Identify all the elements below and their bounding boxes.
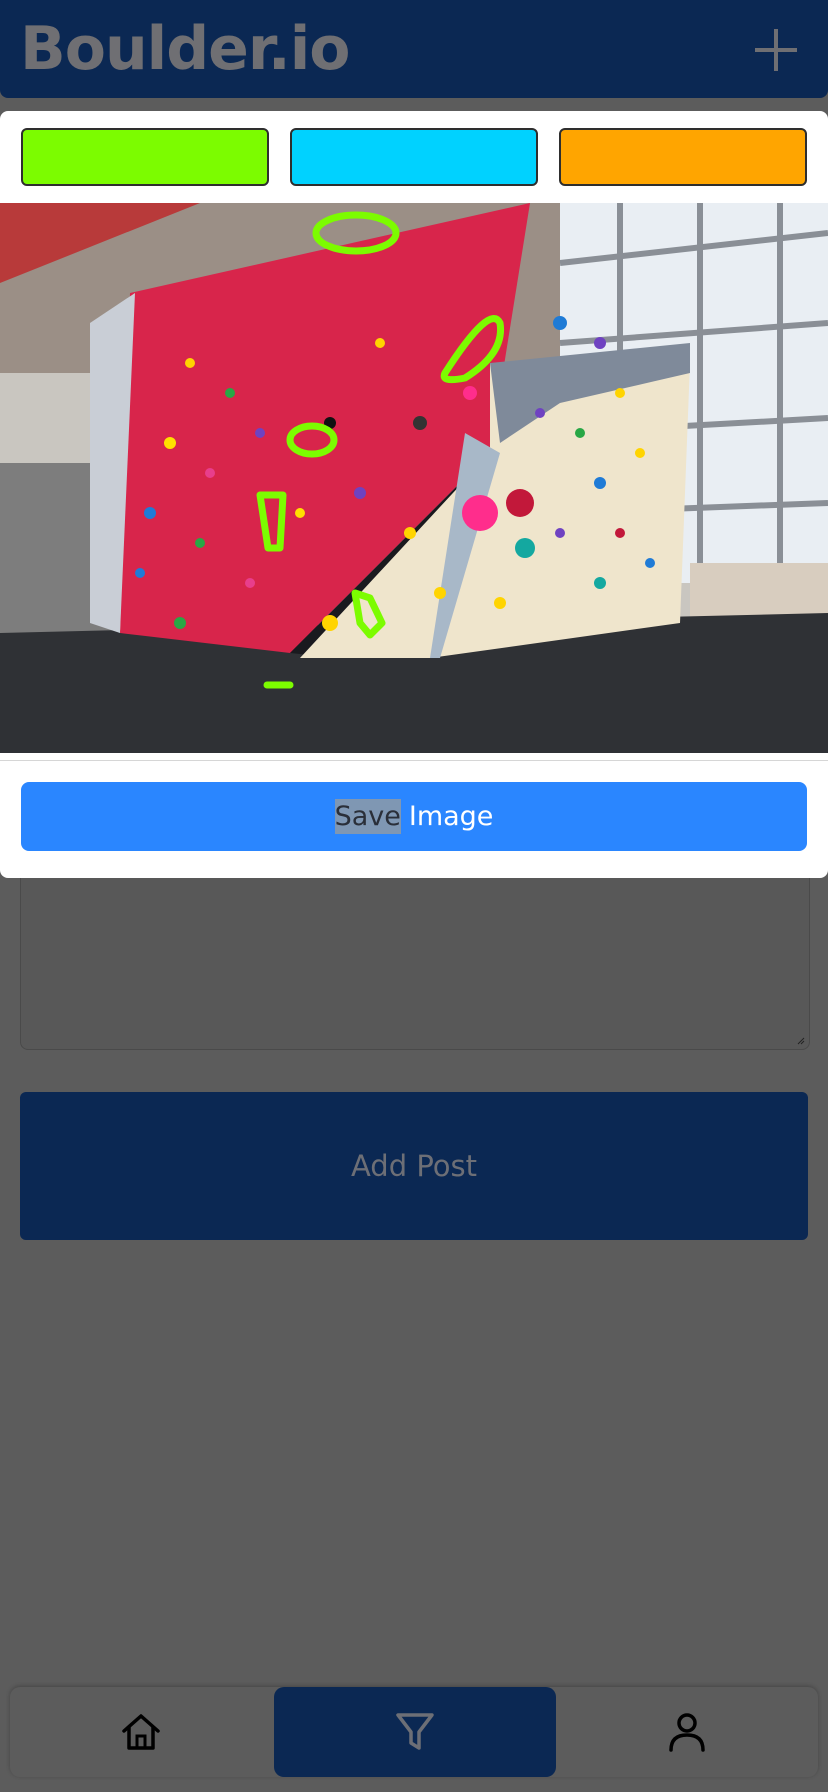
add-post-button[interactable]: Add Post (20, 1092, 808, 1240)
save-image-button[interactable]: Save Image (21, 782, 807, 851)
description-textarea[interactable] (20, 860, 810, 1050)
image-editor-modal: Save Image (0, 111, 828, 878)
user-icon (669, 1713, 705, 1752)
app-header: Boulder.io (0, 0, 828, 98)
nav-item-filter[interactable] (274, 1687, 556, 1777)
resize-handle-icon[interactable] (797, 1037, 805, 1045)
app-title: Boulder.io (20, 14, 350, 84)
color-picker (0, 128, 828, 188)
bottom-nav (10, 1687, 818, 1777)
color-swatch-green[interactable] (21, 128, 269, 186)
color-swatch-orange[interactable] (559, 128, 807, 186)
modal-divider (0, 760, 828, 761)
save-button-label: Image (408, 801, 494, 832)
nav-item-profile[interactable] (556, 1687, 818, 1777)
home-icon (122, 1714, 160, 1750)
save-button-highlight-text: Save (334, 799, 401, 834)
color-swatch-cyan[interactable] (290, 128, 538, 186)
app-screen: Boulder.io Add Post Save Image (0, 0, 828, 1792)
plus-icon[interactable] (752, 26, 800, 74)
climbing-wall-canvas[interactable] (0, 203, 828, 753)
climbing-wall-image[interactable] (0, 203, 828, 753)
filter-icon (396, 1713, 434, 1750)
nav-item-home[interactable] (10, 1687, 272, 1777)
